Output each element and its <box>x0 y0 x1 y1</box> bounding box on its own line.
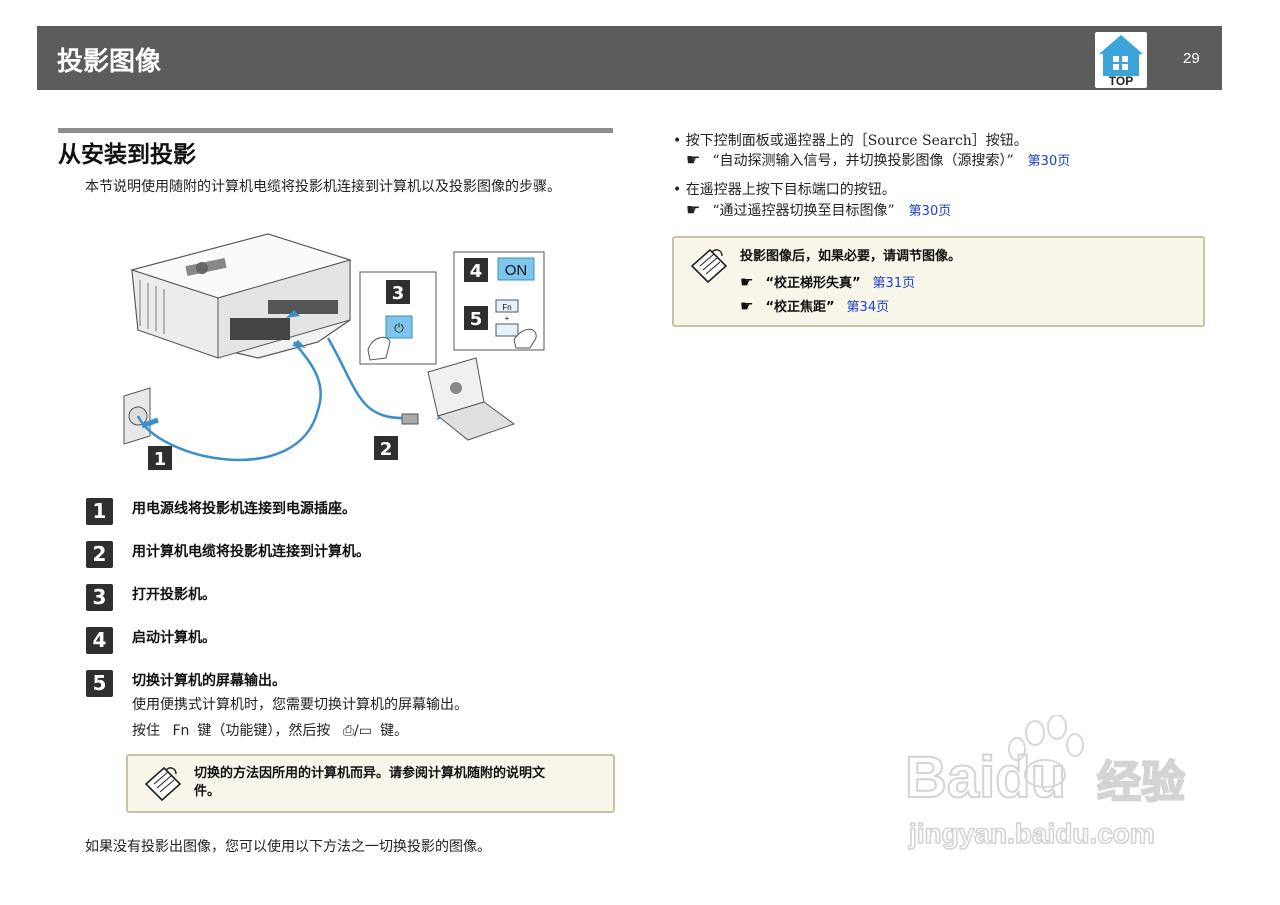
callout-4-label: 4 <box>470 261 483 282</box>
fn-key: Fn <box>172 723 190 739</box>
on-label: ON <box>505 262 528 279</box>
step-4-text: 启动计算机。 <box>132 630 216 646</box>
laptop-drawing <box>427 357 516 441</box>
bullet-2-text: 在遥控器上按下目标端口的按钮。 <box>685 182 896 198</box>
note-right-ref-1: ☛ “校正梯形失真” 第31页 <box>740 272 915 291</box>
note-right-ref-2: ☛ “校正焦距” 第34页 <box>740 296 889 315</box>
connection-illustration: ⏻ ON Fn + 1 2 3 4 5 <box>123 233 545 470</box>
bullet-1: • 按下控制面板或遥控器上的［Source Search］按钮。 <box>673 130 1028 150</box>
page-number: 29 <box>1183 50 1200 67</box>
watermark-brand: Baidu <box>905 745 1066 810</box>
pointing-hand-icon: ☛ <box>740 273 754 291</box>
bullet-1-text: 按下控制面板或遥控器上的［Source Search］按钮。 <box>685 133 1028 149</box>
note-icon <box>690 248 728 284</box>
note-right-text: 投影图像后，如果必要，请调节图像。 <box>740 249 962 264</box>
note-right-ref-1-text: “校正梯形失真” <box>765 276 861 291</box>
fn-key-label: Fn <box>502 303 511 312</box>
note-icon <box>144 766 182 802</box>
callout-1-label: 1 <box>154 449 167 470</box>
ref-2: ☛ “通过遥控器切换至目标图像” 第30页 <box>686 200 951 220</box>
watermark-brand-cn: 经验 <box>1097 757 1185 808</box>
note-box-right: 投影图像后，如果必要，请调节图像。 ☛ “校正梯形失真” 第31页 ☛ “校正焦距” 第… <box>672 236 1205 327</box>
note-right-ref-2-text: “校正焦距” <box>765 300 835 315</box>
step-1-text: 用电源线将投影机连接到电源插座。 <box>132 501 356 517</box>
step-2-text: 用计算机电缆将投影机连接到计算机。 <box>132 544 370 560</box>
projector-drawing <box>130 233 352 359</box>
watermark-url: jingyan.baidu.com <box>908 818 1155 849</box>
bottom-text: 如果没有投影出图像，您可以使用以下方法之一切换投影的图像。 <box>85 839 491 855</box>
step-3-badge: 3 <box>86 584 113 611</box>
pointing-hand-icon: ☛ <box>686 150 701 169</box>
svg-text:⏻: ⏻ <box>394 321 404 335</box>
step-5-detail-2: 按住 Fn 键（功能键），然后按 ⎙/▭ 键。 <box>132 720 408 740</box>
display-key: ⎙/▭ <box>342 723 372 739</box>
pointing-hand-icon: ☛ <box>686 200 701 219</box>
step-4-badge: 4 <box>86 627 113 654</box>
ref-2-link[interactable]: 第30页 <box>909 204 952 219</box>
power-outlet-drawing <box>123 341 322 462</box>
note-right-ref-2-link[interactable]: 第34页 <box>847 300 890 315</box>
section-rule <box>58 128 613 133</box>
top-label: TOP <box>1109 74 1133 88</box>
key-instruction-mid: 键（功能键），然后按 <box>197 723 331 739</box>
pointing-hand-icon: ☛ <box>740 297 754 315</box>
step-1-badge: 1 <box>86 498 113 525</box>
vga-plug <box>401 413 419 425</box>
step-5-detail-1: 使用便携式计算机时，您需要切换计算机的屏幕输出。 <box>132 697 468 713</box>
ref-2-text: “通过遥控器切换至目标图像” <box>712 203 895 219</box>
bullet-dot: • <box>673 182 682 198</box>
callout-3-label: 3 <box>392 283 405 304</box>
key-instruction-pre: 按住 <box>132 723 160 739</box>
section-title: 从安装到投影 <box>58 142 196 168</box>
step-5-text: 切换计算机的屏幕输出。 <box>132 673 286 689</box>
note-right-ref-1-link[interactable]: 第31页 <box>873 276 916 291</box>
step-3-text: 打开投影机。 <box>132 587 216 603</box>
callout-2-label: 2 <box>380 439 393 460</box>
note-left-line-2: 件。 <box>194 784 221 799</box>
ref-1: ☛ “自动探测输入信号，并切换投影图像（源搜索）” 第30页 <box>686 150 1070 170</box>
bullet-dot: • <box>673 133 682 149</box>
page-header: 投影图像 TOP 29 <box>37 26 1222 90</box>
baidu-watermark: Baidu 经验 jingyan.baidu.com <box>905 715 1186 850</box>
plus-label: + <box>505 314 510 323</box>
step-2-badge: 2 <box>86 541 113 568</box>
note-left-line-1: 切换的方法因所用的计算机而异。请参阅计算机随附的说明文 <box>194 766 546 781</box>
note-box-left: 切换的方法因所用的计算机而异。请参阅计算机随附的说明文 件。 <box>126 754 615 813</box>
top-button[interactable]: TOP <box>1095 32 1147 88</box>
bullet-2: • 在遥控器上按下目标端口的按钮。 <box>673 179 896 199</box>
top-house-icon: TOP <box>1099 35 1143 88</box>
key-instruction-post: 键。 <box>380 723 408 739</box>
intro-text: 本节说明使用随附的计算机电缆将投影机连接到计算机以及投影图像的步骤。 <box>85 179 561 195</box>
page-title: 投影图像 <box>57 47 162 77</box>
callout-5-label: 5 <box>470 309 483 330</box>
ref-1-link[interactable]: 第30页 <box>1028 154 1071 169</box>
step-5-badge: 5 <box>86 670 113 697</box>
ref-1-text: “自动探测输入信号，并切换投影图像（源搜索）” <box>712 153 1014 169</box>
